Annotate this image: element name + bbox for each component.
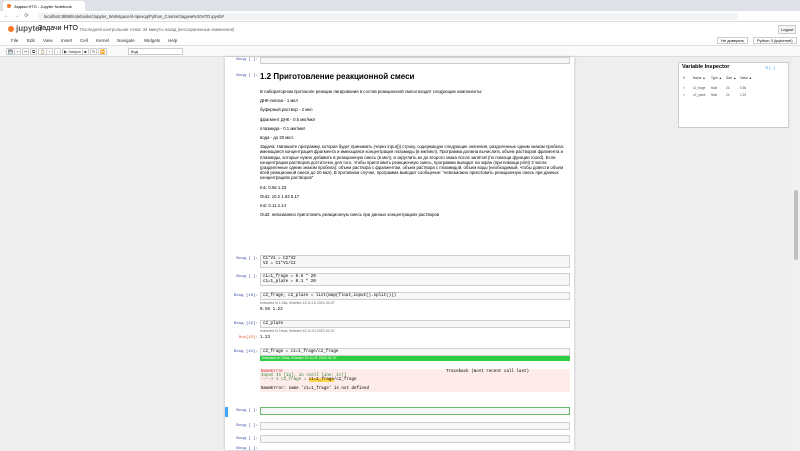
tab-title: Задачи НТО - Jupyter Notebook	[14, 3, 72, 9]
markdown-paragraph: В лабораторном протоколе реакции лигиров…	[260, 89, 483, 94]
execution-time: executed in 10ms, finished 12:11:24 2022…	[260, 329, 335, 333]
variable-inspector-cell: 24	[726, 86, 730, 90]
traceback-header: Traceback (most recent call last)	[446, 370, 529, 374]
interrupt-button[interactable]: ■	[82, 48, 89, 55]
restart-button[interactable]: ↻	[90, 48, 98, 55]
variable-inspector-cell: c2_frage	[693, 86, 706, 90]
kernel-indicator[interactable]: Python 3 (ipykernel)	[753, 37, 797, 44]
browser-tab[interactable]: Задачи НТО - Jupyter Notebook	[3, 1, 85, 11]
url-field[interactable]: localhost:8888/notebooks/Jupyter_Workspa…	[38, 13, 738, 20]
code-cell-input[interactable]: C1*V1 = C2*V2 V2 = C1*V1/C2	[260, 255, 570, 268]
markdown-paragraph: фрагмент ДНК - 0.5 мкг/мкл	[260, 116, 316, 122]
section-heading: 1.2 Приготовление реакционной смеси	[260, 72, 415, 81]
move-down-button[interactable]: ↓	[54, 48, 61, 55]
browser-tab-bar	[0, 0, 800, 11]
cell-type-select[interactable]: Код	[128, 48, 183, 55]
code-cell-input[interactable]	[260, 57, 570, 64]
markdown-paragraph: In1: 0.56 1.23	[260, 184, 287, 190]
code-cell-input[interactable]	[260, 435, 570, 443]
menu-help[interactable]: Help	[168, 38, 177, 43]
forward-icon[interactable]: →	[13, 13, 20, 20]
variable-inspector-cell: c2_plaze	[693, 93, 706, 97]
run-button[interactable]: ▶ Запуск	[62, 48, 83, 55]
variable-inspector-column-header[interactable]: Type ▲	[711, 76, 722, 80]
code-cell-input[interactable]: c2_frage, c2_plaze = list(map(float,inpu…	[260, 292, 570, 300]
error-output: NameError Traceback (most recent call la…	[260, 369, 570, 392]
toolbar	[0, 46, 800, 57]
cell-output: 0.56 1.23	[260, 308, 283, 312]
traceback-arrow: ----> 1 c2_frage =	[261, 378, 309, 382]
menu-insert[interactable]: Insert	[61, 38, 72, 43]
delete-variable-icon[interactable]: ×	[683, 93, 685, 97]
code-cell-input[interactable]: c2_plaze	[260, 320, 570, 328]
cell-prompt: Вход [22]:	[233, 322, 258, 326]
traceback-highlight: c1=1_frage	[308, 378, 334, 382]
markdown-paragraph: ДНК-лигаза - 1 мкл	[260, 98, 298, 104]
logout-button[interactable]: Logout	[778, 25, 797, 34]
menu-kernel[interactable]: Kernel	[96, 38, 109, 43]
output-prompt: Out[22]:	[238, 336, 258, 340]
cell-prompt: Вход [ ]:	[236, 424, 258, 428]
reload-icon[interactable]: ⟳	[23, 13, 30, 20]
cell-prompt: Вход [10]:	[233, 294, 258, 298]
back-icon[interactable]: ←	[3, 13, 10, 20]
code-cell-input[interactable]	[260, 422, 570, 430]
run-all-button[interactable]: ⏩	[98, 48, 107, 55]
notebook-title[interactable]: Задачи НТО	[38, 25, 78, 32]
cell-output: 1.23	[260, 336, 271, 340]
menu-file[interactable]: File	[11, 38, 18, 43]
variable-inspector-column-header[interactable]: X	[683, 76, 685, 80]
variable-inspector-cell: 1.23	[740, 93, 747, 97]
menu-widgets[interactable]: Widgets	[144, 38, 160, 43]
cell-prompt: Вход [21]:	[233, 350, 258, 354]
scrollbar-thumb[interactable]	[794, 190, 798, 260]
insert-cell-button[interactable]: +	[14, 48, 21, 55]
menu-edit[interactable]: Edit	[27, 38, 35, 43]
jupyter-logo-icon	[8, 25, 14, 32]
cell-prompt: Вход [ ]:	[236, 437, 258, 441]
variable-inspector-column-header[interactable]: Value ▲	[740, 76, 752, 80]
markdown-cell[interactable]: 1.2 Приготовление реакционной смеси В ла…	[260, 72, 570, 221]
delete-variable-icon[interactable]: ×	[683, 86, 685, 90]
cut-button[interactable]: ✂	[22, 48, 30, 55]
menu-cell[interactable]: Cell	[80, 38, 88, 43]
traceback-arrow-line: ----> 1 c2_frage = c1=1_frage/c2_frage	[261, 378, 569, 382]
markdown-paragraph: буферный раствор - 2 мкл	[260, 107, 313, 113]
markdown-paragraph: Out2: невозможно приготовить реакционную…	[260, 212, 440, 218]
variable-inspector-controls[interactable]: ⟲ [ - ]	[765, 65, 775, 70]
code-cell-input[interactable]: c2_frage = c1=1_frage/c2_frage	[260, 348, 570, 356]
tab-favicon-icon	[7, 4, 11, 8]
cell-prompt: Вход [ ]:	[236, 74, 258, 78]
cell-prompt: Вход [ ]:	[236, 257, 258, 261]
variable-inspector-title: Variable Inspector	[682, 64, 730, 70]
code-cell-input[interactable]	[260, 407, 570, 415]
cell-prompt: Вход [ ]:	[236, 58, 258, 62]
execution-time: executed in 1.06s, finished 12:11:16 202…	[260, 301, 335, 305]
cell-prompt: Вход [ ]:	[236, 447, 258, 451]
error-message: NameError: name 'c1=1_frage' is not defi…	[261, 387, 370, 391]
variable-inspector-cell: float	[711, 93, 718, 97]
markdown-paragraph: Out1: 10.2 1.63 5.17	[260, 193, 300, 199]
menu-view[interactable]: View	[43, 38, 53, 43]
trust-button[interactable]: Не доверять	[717, 37, 749, 44]
traceback-tail: /c2_frage	[333, 378, 357, 382]
variable-inspector-cell: 24	[726, 93, 730, 97]
markdown-paragraph: вода - до 20 мкл.	[260, 135, 294, 141]
variable-inspector-cell: 0.56	[740, 86, 747, 90]
save-status: Последняя контрольная точка: 34 минуты н…	[80, 27, 235, 32]
variable-inspector-column-header[interactable]: Size ▲	[726, 76, 736, 80]
markdown-paragraph: плазмида - 0.1 мкг/мкл	[260, 125, 306, 131]
cell-prompt: Вход [ ]:	[236, 409, 258, 413]
markdown-paragraph: In2: 0.11 2.14	[260, 203, 286, 209]
variable-inspector-cell: float	[711, 86, 718, 90]
variable-inspector-column-header[interactable]: Name ▲	[693, 76, 706, 80]
move-up-button[interactable]: ↑	[46, 48, 53, 55]
copy-button[interactable]: ⧉	[30, 48, 37, 55]
menu-navigate[interactable]: Navigate	[117, 38, 135, 43]
markdown-paragraph: Задача: Напишите программу, которая буде…	[260, 144, 564, 181]
cell-prompt: Вход [ ]:	[236, 275, 258, 279]
code-cell-input[interactable]: c1=1_frage = 0.5 * 20 c1=1_plaze = 0.1 *…	[260, 273, 570, 286]
execution-time-bar: executed in 15ms, finished 12:11:21 2022…	[260, 356, 570, 361]
